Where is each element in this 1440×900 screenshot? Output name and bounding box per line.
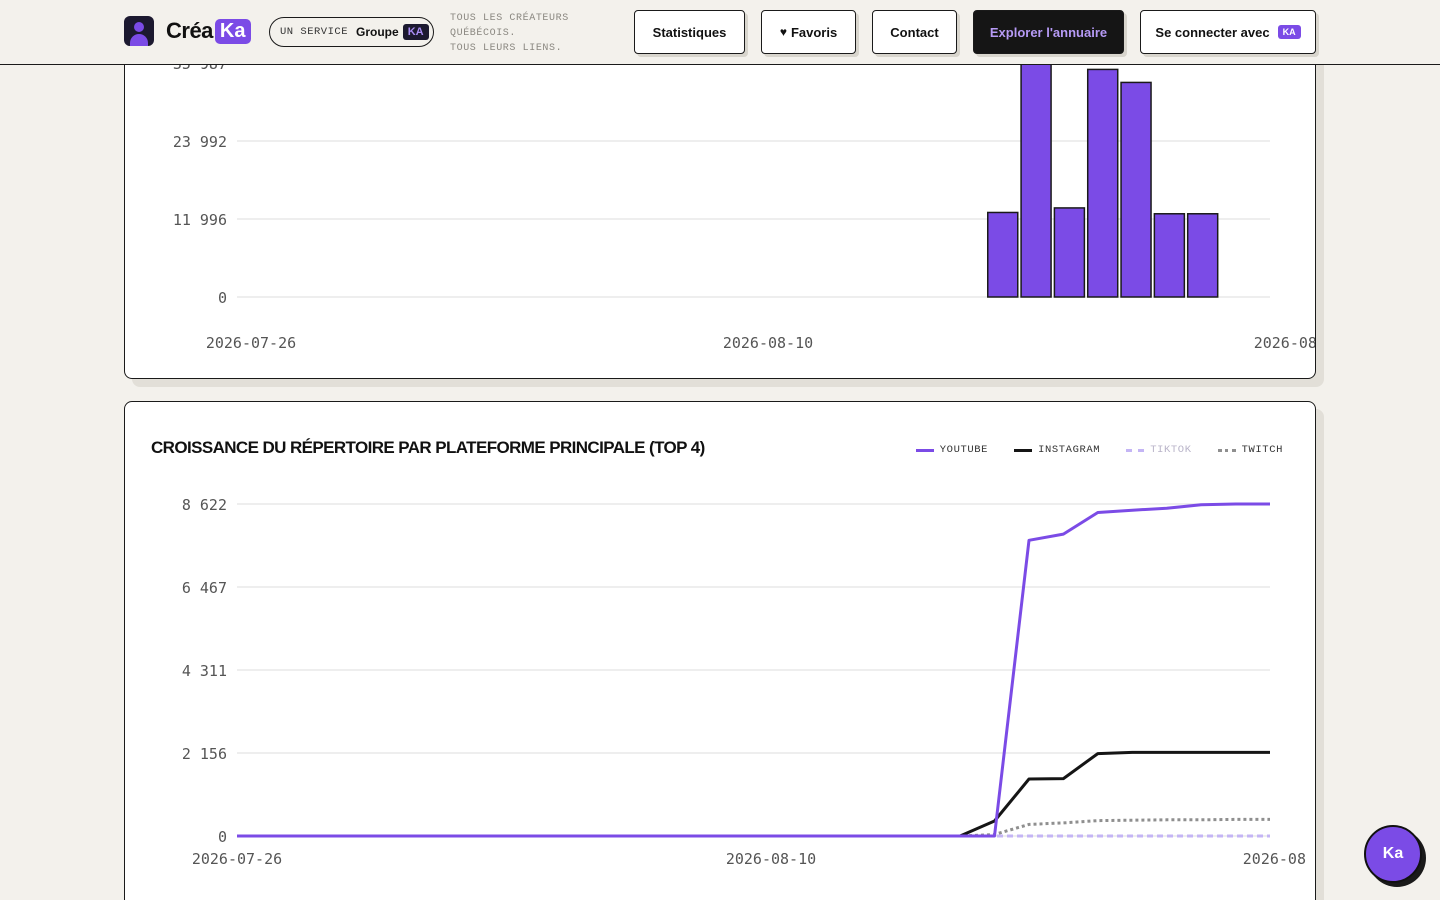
top-header: Créa Ka UN SERVICE Groupe KA TOUS LES CR… bbox=[0, 0, 1440, 65]
connect-label: Se connecter avec bbox=[1155, 24, 1270, 40]
legend-item-instagram[interactable]: INSTAGRAM bbox=[1014, 444, 1100, 456]
contact-button[interactable]: Contact bbox=[872, 10, 957, 54]
contact-label: Contact bbox=[890, 24, 939, 40]
bar bbox=[1053, 207, 1086, 298]
y-tick-label: 11 996 bbox=[173, 211, 227, 229]
heart-icon: ♥ bbox=[779, 25, 787, 39]
x-tick-label: 2026-08 bbox=[1243, 850, 1306, 868]
legend-swatch bbox=[1014, 448, 1033, 452]
bar bbox=[1120, 81, 1152, 298]
tagline: TOUS LES CRÉATEURS QUÉBÉCOIS. TOUS LEURS… bbox=[450, 11, 569, 56]
ka-assistant-button[interactable]: Ka bbox=[1364, 825, 1422, 883]
legend-item-twitch[interactable]: TWITCH bbox=[1217, 444, 1283, 456]
y-tick-label: 23 992 bbox=[173, 133, 227, 151]
chart-title: CROISSANCE DU RÉPERTOIRE PAR PLATEFORME … bbox=[151, 438, 705, 457]
legend-item-youtube[interactable]: YOUTUBE bbox=[915, 444, 989, 456]
tagline-line-3: TOUS LEURS LIENS. bbox=[450, 43, 563, 54]
explorer-annuaire-button[interactable]: Explorer l'annuaire bbox=[973, 10, 1124, 54]
series-line-instagram bbox=[237, 750, 1270, 838]
service-groupe: Groupe bbox=[356, 25, 399, 39]
logo[interactable]: Créa Ka bbox=[124, 16, 251, 46]
service-pill[interactable]: UN SERVICE Groupe KA bbox=[269, 17, 434, 47]
y-tick-label: 2 156 bbox=[182, 745, 227, 763]
bar bbox=[1020, 49, 1052, 298]
service-ka-badge: KA bbox=[402, 24, 429, 40]
favoris-button[interactable]: ♥ Favoris bbox=[761, 10, 856, 54]
y-tick-label: 0 bbox=[218, 289, 227, 307]
explorer-label: Explorer l'annuaire bbox=[989, 24, 1108, 40]
legend-label: TWITCH bbox=[1241, 444, 1283, 456]
connect-ka-button[interactable]: Se connecter avec KA bbox=[1140, 10, 1316, 54]
x-tick-label: 2026-08-10 bbox=[723, 334, 813, 352]
statistiques-label: Statistiques bbox=[652, 24, 727, 40]
legend-swatch bbox=[915, 448, 934, 452]
fab-label: Ka bbox=[1382, 845, 1404, 862]
bar bbox=[1186, 213, 1219, 298]
connect-ka-badge: KA bbox=[1277, 25, 1301, 39]
legend-swatch bbox=[1217, 448, 1236, 452]
x-tick-label: 2026-08-10 bbox=[726, 850, 816, 868]
tagline-line-2: QUÉBÉCOIS. bbox=[450, 28, 517, 39]
tagline-line-1: TOUS LES CRÉATEURS bbox=[450, 13, 569, 24]
y-tick-label: 8 622 bbox=[182, 496, 227, 514]
y-tick-label: 0 bbox=[218, 828, 227, 846]
x-tick-label: 2026-07-26 bbox=[192, 850, 282, 868]
legend-label: TIKTOK bbox=[1150, 444, 1192, 456]
y-tick-label: 6 467 bbox=[182, 579, 227, 597]
bar bbox=[987, 211, 1019, 298]
bar bbox=[1153, 213, 1186, 298]
line-chart: 0 2 156 4 311 6 467 8 622 2026-07-26 2026-08-1… bbox=[182, 496, 1306, 868]
legend-label: YOUTUBE bbox=[939, 444, 989, 456]
x-tick-label: 2026-07-26 bbox=[206, 334, 296, 352]
service-label: UN SERVICE bbox=[280, 26, 349, 38]
user-logo-icon bbox=[124, 16, 154, 46]
favoris-label: Favoris bbox=[790, 24, 838, 40]
logo-text-crea: Créa bbox=[166, 18, 213, 43]
y-tick-label: 4 311 bbox=[182, 662, 227, 680]
legend-label: INSTAGRAM bbox=[1038, 444, 1101, 456]
x-tick-label: 2026-08-2 bbox=[1254, 334, 1315, 352]
statistiques-button[interactable]: Statistiques bbox=[634, 10, 745, 54]
series-line-twitch bbox=[237, 817, 1270, 838]
line-chart-card: CROISSANCE DU RÉPERTOIRE PAR PLATEFORME … bbox=[124, 401, 1316, 900]
bar bbox=[1086, 68, 1119, 298]
legend-swatch bbox=[1126, 448, 1145, 452]
logo-text-ka: Ka bbox=[214, 18, 251, 44]
chart-legend: YOUTUBE INSTAGRAM TIKTOK TWITCH bbox=[915, 444, 1283, 456]
legend-item-tiktok[interactable]: TIKTOK bbox=[1126, 444, 1191, 456]
